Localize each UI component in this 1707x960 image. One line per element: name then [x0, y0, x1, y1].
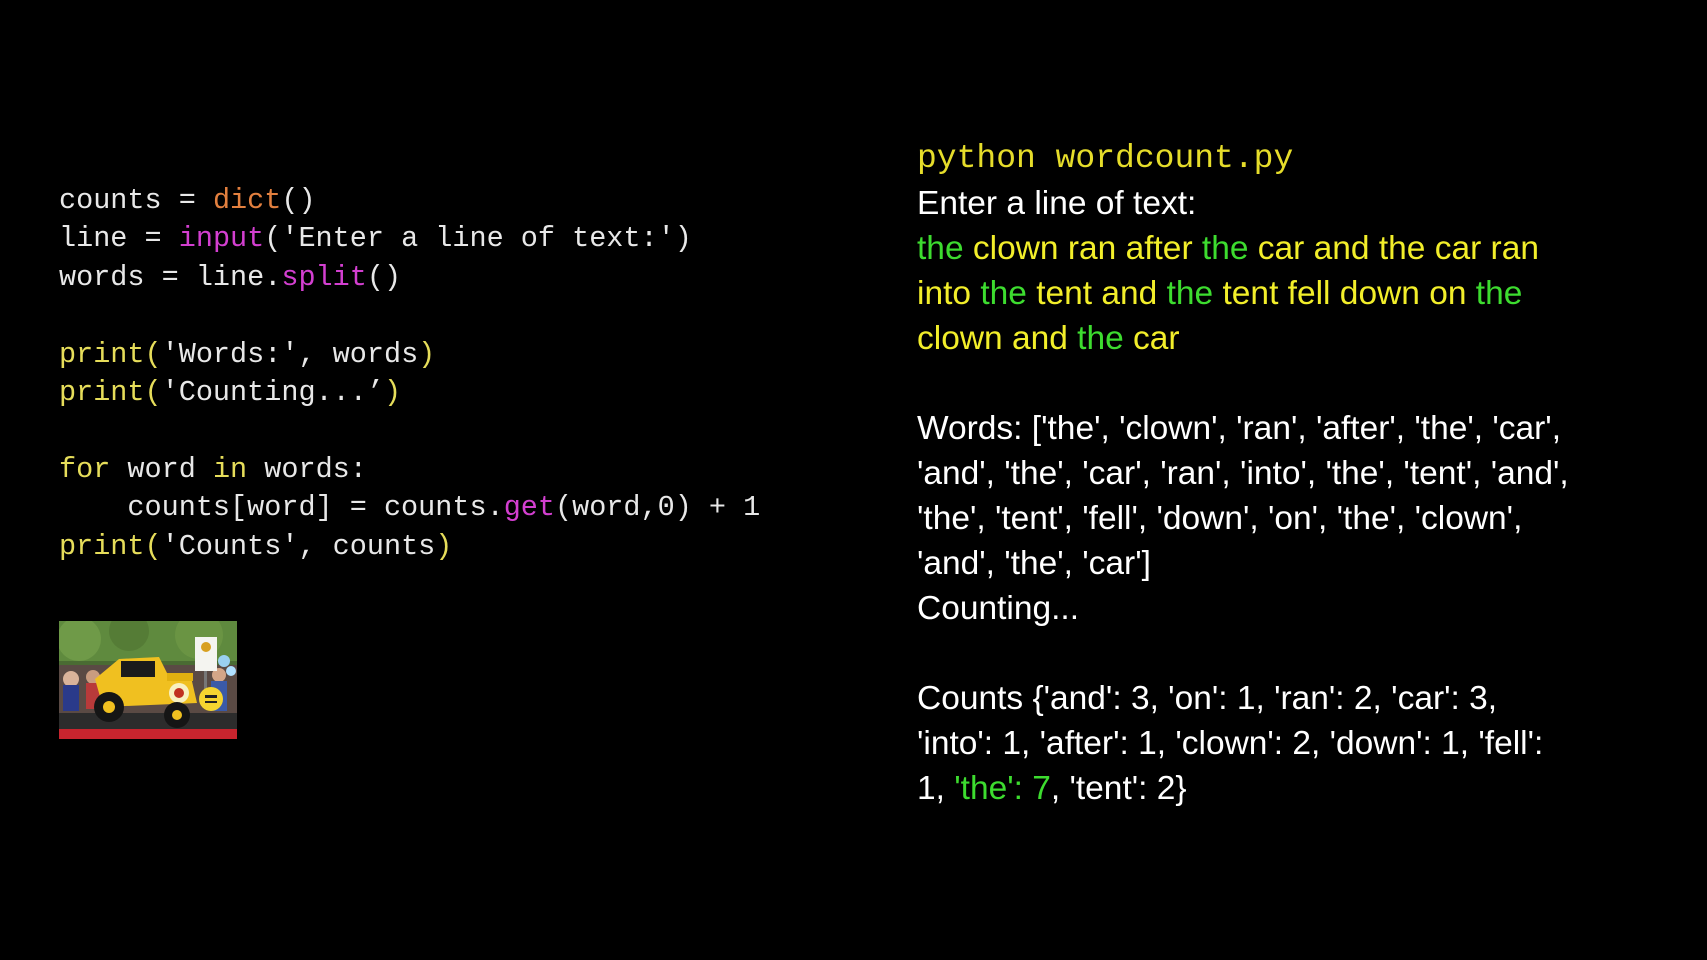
code-token: get [503, 491, 555, 525]
console-words-block: Words: ['the', 'clown', 'ran', 'after', … [917, 406, 1677, 586]
code-token: () [281, 184, 316, 217]
code-token: 'Words:', words [161, 337, 419, 371]
console-input-block: the clown ran after the car and the car … [917, 226, 1677, 361]
console-counting: Counting... [917, 590, 1080, 627]
code-token: 'Counting...’ [161, 375, 384, 409]
code-token: in [212, 452, 248, 486]
code-token: input [178, 222, 265, 256]
code-token: () [366, 260, 402, 294]
console-input-line-segment: the [1077, 320, 1124, 357]
code-line: counts = dict() [59, 182, 879, 220]
console-input-line-segment: car [1123, 320, 1180, 357]
code-token: for [59, 452, 111, 486]
console-input-line-segment: the [1475, 275, 1523, 312]
console-input-line-segment: the [917, 230, 964, 267]
code-token: words: [247, 452, 367, 486]
code-line: print('Counting...’) [59, 374, 879, 412]
console-counts-line-segment: 'the': 7 [954, 770, 1051, 807]
console-input-line: the clown ran after the car and the car … [917, 226, 1677, 271]
code-line: print('Counts', counts) [59, 528, 879, 566]
console-input-line-segment: the [1201, 230, 1249, 267]
console-input-line-segment: clown ran after [963, 230, 1202, 267]
code-token: word [110, 452, 213, 486]
console-input-line-segment: tent and [1026, 275, 1167, 312]
code-token: counts = [59, 184, 213, 217]
console-words-line: 'the', 'tent', 'fell', 'down', 'on', 'th… [917, 500, 1523, 537]
clown-car-photo [59, 621, 237, 739]
console-input-line-segment: the [1166, 275, 1214, 312]
code-line: words = line.split() [59, 259, 879, 297]
code-token: print( [59, 375, 162, 409]
clown-car-image [59, 621, 237, 739]
console-counts-line-segment: 1, [917, 770, 955, 807]
code-token: ('Enter a line of text:') [264, 222, 692, 256]
console-counts-line: 'into': 1, 'after': 1, 'clown': 2, 'down… [917, 721, 1677, 766]
code-line: for word in words: [59, 451, 879, 489]
code-token: words = line. [59, 260, 282, 294]
console-input-line: clown and the car [917, 316, 1677, 361]
code-token: split [281, 260, 367, 294]
code-token: ) [383, 375, 402, 409]
console-input-line-segment: car and the car ran [1248, 230, 1539, 267]
console-counts-line-segment: , 'tent': 2} [1050, 770, 1187, 807]
code-line: counts[word] = counts.get(word,0) + 1 [59, 489, 879, 527]
console-command: python wordcount.py [917, 140, 1294, 177]
code-token: ) [418, 337, 436, 371]
code-token: print( [59, 529, 162, 563]
code-token: counts[word] = counts. [59, 491, 504, 525]
console-counts-block: Counts {'and': 3, 'on': 1, 'ran': 2, 'ca… [917, 676, 1677, 811]
code-panel: counts = dict() line = input('Enter a lin… [59, 182, 879, 566]
console-input-line-segment: the [980, 275, 1027, 312]
console-input-line-segment: clown and [917, 320, 1078, 357]
code-token: print( [59, 337, 162, 371]
code-token: line = [59, 222, 179, 256]
console-counts-line-segment: 'into': 1, 'after': 1, 'clown': 2, 'down… [917, 725, 1544, 762]
console-input-line-segment: tent fell down on [1213, 275, 1476, 312]
code-line: line = input('Enter a line of text:') [59, 220, 879, 258]
code-token: ) [435, 529, 453, 563]
console-counts-line: 1, 'the': 7, 'tent': 2} [917, 766, 1677, 811]
console-words-line: 'and', 'the', 'car'] [917, 545, 1151, 582]
console-input-line-segment: into [917, 275, 981, 312]
console-input-line: into the tent and the tent fell down on … [917, 271, 1677, 316]
console-words-line: Words: ['the', 'clown', 'ran', 'after', … [917, 410, 1562, 447]
console-prompt: Enter a line of text: [917, 185, 1197, 222]
code-token: (word,0) + 1 [555, 491, 761, 525]
code-token: dict [212, 184, 282, 217]
console-counts-line: Counts {'and': 3, 'on': 1, 'ran': 2, 'ca… [917, 676, 1677, 721]
code-line: print('Words:', words) [59, 336, 879, 374]
console-counts-line-segment: Counts {'and': 3, 'on': 1, 'ran': 2, 'ca… [917, 680, 1498, 717]
slide: counts = dict() line = input('Enter a lin… [0, 0, 1707, 960]
console-panel: python wordcount.py Enter a line of text… [917, 136, 1677, 811]
console-words-line: 'and', 'the', 'car', 'ran', 'into', 'the… [917, 455, 1569, 492]
code-token: 'Counts', counts [161, 529, 436, 563]
